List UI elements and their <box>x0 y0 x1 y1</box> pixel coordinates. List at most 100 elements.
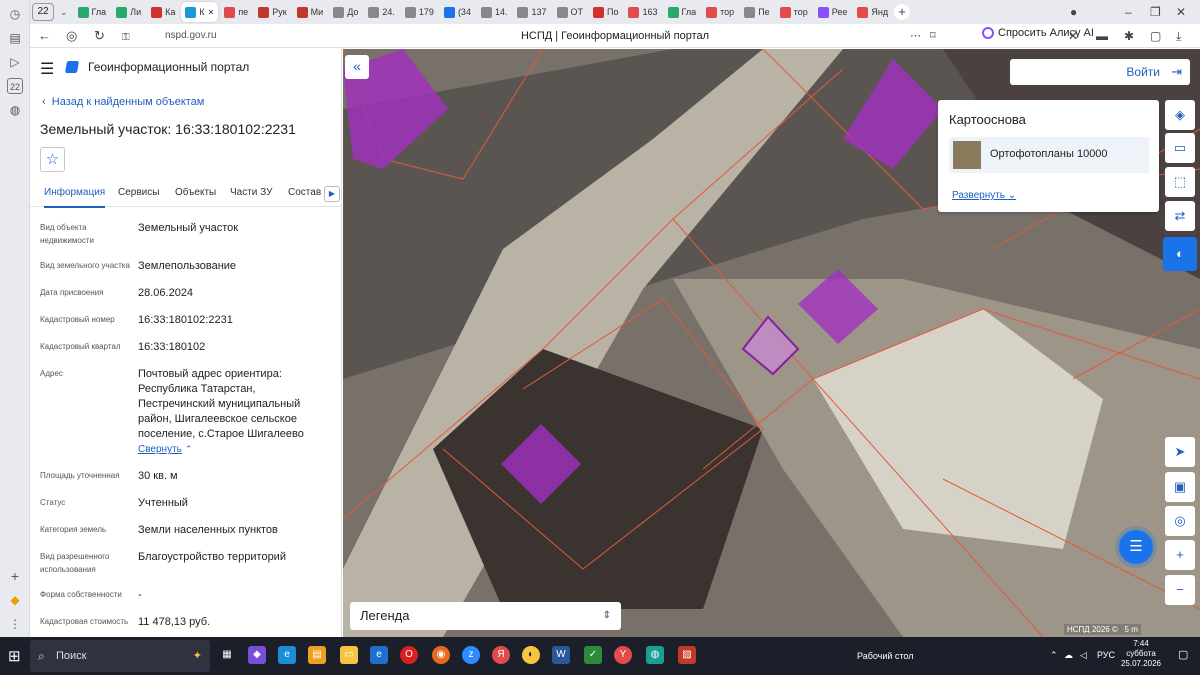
profile-icon[interactable]: ● <box>1070 0 1077 24</box>
browser-tab[interactable]: 24. <box>364 2 399 22</box>
opera-icon[interactable]: O <box>400 646 418 664</box>
browser-tab[interactable]: (34 <box>440 2 475 22</box>
layers-button[interactable]: ◈ <box>1165 100 1195 130</box>
pdf-icon[interactable]: ▨ <box>678 646 696 664</box>
minimap-button[interactable]: ▣ <box>1165 472 1195 502</box>
locate-button[interactable]: ➤ <box>1165 437 1195 467</box>
app-teal-icon[interactable]: ◍ <box>646 646 664 664</box>
browser-tab[interactable]: По <box>589 2 622 22</box>
bookmark-icon[interactable]: ⌑ <box>930 28 936 44</box>
tab-composition[interactable]: Состав <box>288 187 321 198</box>
more-icon[interactable]: ⋯ <box>910 28 921 44</box>
chat-button[interactable]: ☰ <box>1119 530 1153 564</box>
clock[interactable]: 7:44 суббота 25.07.2026 <box>1120 639 1162 669</box>
browser-tab[interactable]: 163 <box>624 2 661 22</box>
new-tab-button[interactable]: + <box>894 4 911 20</box>
compass-button[interactable]: ◎ <box>1165 506 1195 536</box>
language-indicator[interactable]: РУС <box>1097 650 1115 660</box>
task-view-icon[interactable]: ▦ <box>218 646 236 664</box>
browser-tab[interactable]: К ✕ <box>181 2 219 22</box>
menu-icon[interactable]: ⋮ <box>7 616 23 632</box>
browser-tab[interactable]: Рее <box>814 2 852 22</box>
app-icon[interactable]: ◆ <box>7 592 23 608</box>
extensions-icon[interactable]: ✱ <box>1124 28 1134 44</box>
tray-chevron-icon[interactable]: ⌃ <box>1050 650 1058 661</box>
chat-icon[interactable]: ▢ <box>1150 28 1161 44</box>
history-icon[interactable]: ◷ <box>7 6 23 22</box>
zoom-in-button[interactable]: + <box>1165 540 1195 570</box>
back-link[interactable]: ‹ Назад к найденным объектам <box>42 96 204 108</box>
browser-tab[interactable]: тор <box>702 2 738 22</box>
speaker-icon[interactable]: ◁ <box>1080 650 1087 661</box>
browser-tab[interactable]: До <box>329 2 362 22</box>
close-window-button[interactable]: ✕ <box>1176 0 1186 24</box>
download-icon[interactable]: ⤓ <box>1176 28 1181 44</box>
bookmarks-icon[interactable]: ◍ <box>7 102 23 118</box>
cloud-icon[interactable]: ☁ <box>1064 650 1073 661</box>
protect-icon[interactable]: ◎ <box>66 28 77 44</box>
minimize-button[interactable]: – <box>1125 0 1132 24</box>
tab-count-badge[interactable]: 22 <box>32 3 54 21</box>
browser-tab[interactable]: Гла <box>664 2 701 22</box>
assistant-button[interactable]: ◐ <box>1163 237 1197 271</box>
yandex-browser-icon[interactable]: Y <box>614 646 632 664</box>
tab-close-icon[interactable]: ✕ <box>208 8 215 17</box>
browser-tab[interactable]: Пе <box>740 2 773 22</box>
tab-objects[interactable]: Объекты <box>175 187 216 198</box>
back-arrow-icon[interactable]: ← <box>38 28 51 44</box>
app-purple-icon[interactable]: ◆ <box>248 646 266 664</box>
url-field[interactable]: nspd.gov.ru <box>165 30 217 41</box>
yandex-music-icon[interactable]: ◐ <box>522 646 540 664</box>
legend-dropdown[interactable]: Легенда ⇕ <box>350 602 621 630</box>
yandex-icon[interactable]: Я <box>492 646 510 664</box>
desktop-label[interactable]: Рабочий стол <box>857 651 914 661</box>
map-view[interactable]: « Войти ⇥ Картооснова Ортофотопланы 1000… <box>343 49 1200 637</box>
share-button[interactable]: ⇄ <box>1165 201 1195 231</box>
tab-counter-sidebar[interactable]: 22 <box>7 78 23 94</box>
basemap-item[interactable]: Ортофотопланы 10000 <box>949 137 1149 173</box>
browser-tab[interactable]: Гла <box>74 2 111 22</box>
collapse-link[interactable]: Свернуть <box>138 444 182 455</box>
reload-icon[interactable]: ↻ <box>94 28 105 44</box>
edge-icon[interactable]: e <box>278 646 296 664</box>
browser-tab[interactable]: Рук <box>254 2 290 22</box>
shield-icon[interactable]: ✓ <box>584 646 602 664</box>
browser-tab[interactable]: 179 <box>401 2 438 22</box>
ie-icon[interactable]: e <box>370 646 388 664</box>
windows-start-icon[interactable]: ⊞ <box>8 647 21 665</box>
browser-tab[interactable]: ОТ <box>553 2 588 22</box>
notifications-icon[interactable]: ▢ <box>1178 648 1188 661</box>
browser-tab[interactable]: тор <box>776 2 812 22</box>
browser-tab[interactable]: Янд <box>853 2 892 22</box>
maximize-button[interactable]: ❐ <box>1150 0 1161 24</box>
translate-icon[interactable]: ✕ <box>1068 28 1078 44</box>
office-icon[interactable]: ▤ <box>308 646 326 664</box>
explorer-icon[interactable]: ▭ <box>340 646 358 664</box>
tab-info[interactable]: Информация <box>44 187 106 208</box>
tab-services[interactable]: Сервисы <box>118 187 159 198</box>
tab-list-chevron-icon[interactable]: ⌄ <box>60 7 68 18</box>
browser-tab[interactable]: Ли <box>112 2 145 22</box>
select-area-button[interactable]: ⬚ <box>1165 167 1195 197</box>
word-icon[interactable]: W <box>552 646 570 664</box>
add-icon[interactable]: + <box>7 568 23 584</box>
play-icon[interactable]: ▷ <box>7 54 23 70</box>
tab-parts[interactable]: Части ЗУ <box>230 187 272 198</box>
screen-icon[interactable]: ▬ <box>1096 28 1108 44</box>
zoom-out-button[interactable]: − <box>1165 575 1195 605</box>
browser-tab[interactable]: 137 <box>513 2 550 22</box>
taskbar-search[interactable]: ⌕ Поиск ✦ <box>30 640 210 672</box>
collections-icon[interactable]: ▤ <box>7 30 23 46</box>
tabs-scroll-right-button[interactable]: ▶ <box>324 186 340 202</box>
browser-tab[interactable]: пе <box>220 2 252 22</box>
expand-link[interactable]: Развернуть ⌄ <box>952 190 1016 201</box>
collapse-panel-button[interactable]: « <box>345 55 369 79</box>
browser-tab[interactable]: Ка <box>147 2 179 22</box>
firefox-icon[interactable]: ◉ <box>432 646 450 664</box>
browser-tab[interactable]: 14. <box>477 2 512 22</box>
browser-tab[interactable]: Ми <box>293 2 328 22</box>
login-button[interactable]: Войти ⇥ <box>1010 59 1190 85</box>
hamburger-icon[interactable]: ☰ <box>40 59 54 79</box>
zoom-icon[interactable]: z <box>462 646 480 664</box>
ruler-button[interactable]: ▭ <box>1165 133 1195 163</box>
